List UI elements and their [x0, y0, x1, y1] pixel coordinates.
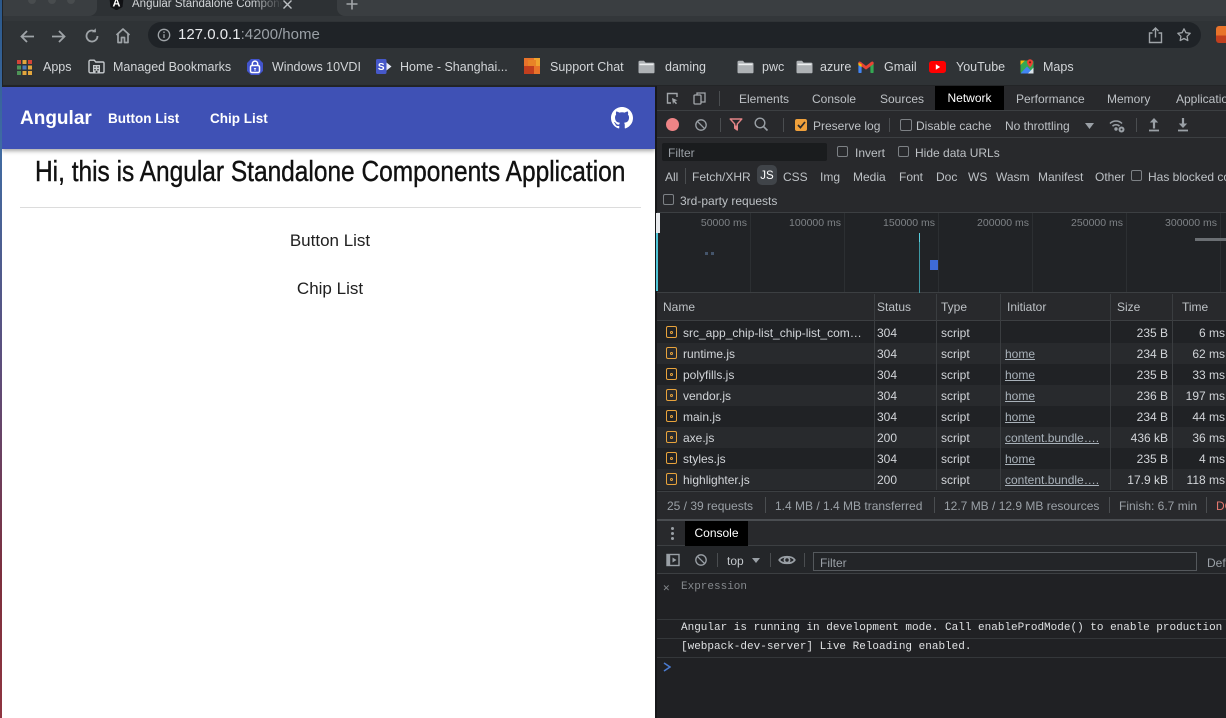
svg-text:A: A — [113, 0, 121, 10]
svg-text:S: S — [378, 62, 385, 73]
